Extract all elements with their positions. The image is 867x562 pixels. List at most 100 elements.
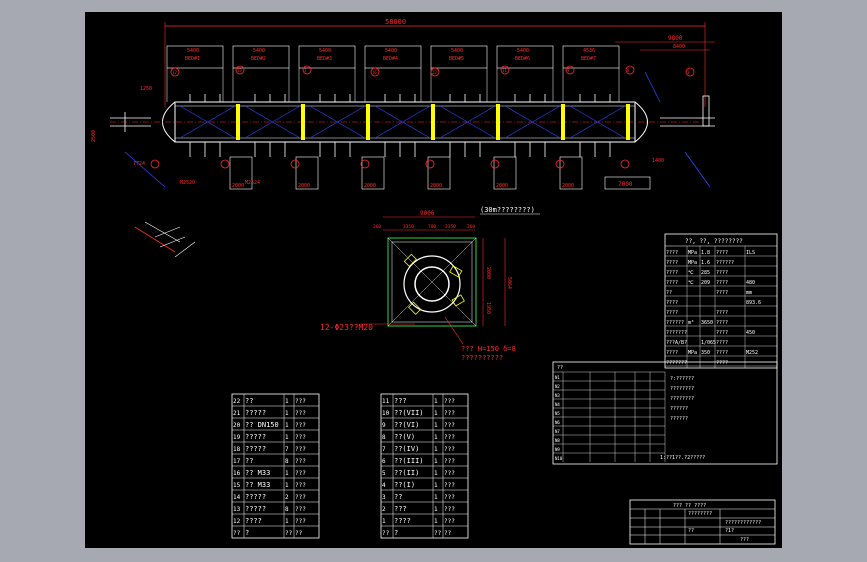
segment-dim: 5400 xyxy=(187,48,199,54)
parts-cell: 8 xyxy=(285,506,289,513)
parts-cell: ??? xyxy=(295,398,306,405)
parts-cell: ??? xyxy=(444,422,455,429)
plan-side-dim: 5064 xyxy=(506,277,512,289)
spec-cell: 285 xyxy=(701,270,710,276)
spec-header: ??, ??, ???????? xyxy=(685,238,743,245)
parts-cell: ?? xyxy=(245,397,253,405)
bed-label: BED#6 xyxy=(515,56,530,62)
parts-cell: ???? xyxy=(245,517,262,525)
spec-cell: MPa xyxy=(688,260,697,266)
parts-list-left: 22?? 1 ???21????? 1 ???20?? DN150 1 ???19?????… xyxy=(231,393,320,539)
parts-cell: ????? xyxy=(245,493,266,501)
left-note-2: M2524 xyxy=(245,180,260,186)
tray-plate xyxy=(236,104,240,140)
left-note-1: M2520 xyxy=(180,180,195,186)
spec-cell: MPa xyxy=(688,250,697,256)
plan-sub-dim-2: 3350 xyxy=(403,224,414,230)
vessel-elevation: 58000 9800 8400 5400 BED#1 5400 BED#2 5400 BE… xyxy=(91,18,715,190)
parts-cell: ????? xyxy=(245,505,266,513)
callout-label: 12 xyxy=(172,70,177,75)
spec-cell: ???? xyxy=(716,320,728,326)
parts-cell: 14 xyxy=(233,494,241,501)
spec-cell: ???? xyxy=(716,280,728,286)
plan-sub-dim-5: 260 xyxy=(467,224,475,230)
nozzle-row-marker: N7 xyxy=(555,429,560,434)
parts-cell: 21 xyxy=(233,410,241,417)
spec-cell: ???? xyxy=(666,280,678,286)
spec-cell: ?????? xyxy=(666,320,684,326)
nozzle-row-marker: N1 xyxy=(555,375,560,380)
parts-cell: ??? xyxy=(394,505,407,513)
parts-cell: ????? xyxy=(245,409,266,417)
callout-balloon xyxy=(220,159,230,169)
nozzle-table: ?? N1 N2 N3 N4 N5 N6 N7 N8 N9 N10 ?:?????????????… xyxy=(552,361,778,465)
drawing-sheet: 58000 9800 8400 5400 BED#1 5400 BED#2 5400 BE… xyxy=(85,12,782,548)
bed-label: BED#7 xyxy=(581,56,596,62)
parts-cell: ??? xyxy=(295,482,306,489)
nozzle-row-marker: N10 xyxy=(555,456,563,461)
parts-cell: ??? xyxy=(444,398,455,405)
bottom-dim: 2000 xyxy=(496,183,508,189)
parts-cell: ??(II) xyxy=(394,469,419,477)
parts-cell: 1 xyxy=(434,398,438,405)
segment-dim: 4536 xyxy=(583,48,595,54)
spec-cell: ???? xyxy=(716,290,728,296)
nozzle-note: ???????? xyxy=(670,396,694,402)
parts-cell: 20 xyxy=(233,422,241,429)
parts-cell: 1 xyxy=(382,518,386,525)
spec-cell: ℃ xyxy=(688,280,694,286)
spec-cell: ???? xyxy=(716,310,728,316)
parts-cell: ??? xyxy=(295,410,306,417)
parts-cell: 1 xyxy=(434,446,438,453)
parts-list-mid: 11??? 1 ???10 ??(VII) 1 ???9 ??(VI) 1 ???8 ??(V) 1… xyxy=(380,393,469,539)
parts-cell: ??? xyxy=(444,506,455,513)
plan-sub-dim-4: 3350 xyxy=(445,224,456,230)
parts-cell: ??? xyxy=(444,482,455,489)
parts-cell: 4 xyxy=(382,482,386,489)
parts-cell: 1 xyxy=(434,518,438,525)
parts-cell: ?? xyxy=(444,530,452,537)
plan-right-dim-1: 2000 xyxy=(485,267,491,279)
parts-cell: ?? xyxy=(245,457,253,465)
bottom-dim: 2000 xyxy=(364,183,376,189)
callout-label: 8 xyxy=(627,68,630,73)
parts-cell: 6 xyxy=(382,458,386,465)
parts-cell: ??? xyxy=(444,434,455,441)
spec-cell: ???? xyxy=(716,330,728,336)
bed-label: BED#4 xyxy=(383,56,398,62)
parts-cell: 1 xyxy=(285,470,289,477)
parts-cell: 18 xyxy=(233,446,241,453)
spec-cell: ???A/B? xyxy=(666,340,687,346)
nozzle-note: ?:?????? xyxy=(670,376,694,382)
parts-cell: ??(V) xyxy=(394,433,415,441)
parts-cell: 10 xyxy=(382,410,390,417)
parts-cell: ????? xyxy=(245,445,266,453)
parts-cell: 1 xyxy=(434,494,438,501)
title-line1: ??? ?? ???? xyxy=(673,503,706,509)
tray-plate xyxy=(626,104,630,140)
parts-cell: 1 xyxy=(434,458,438,465)
bed-label: BED#3 xyxy=(317,56,332,62)
parts-cell: 1 xyxy=(434,482,438,489)
parts-cell: 1 xyxy=(434,506,438,513)
parts-cell: ??? xyxy=(444,458,455,465)
parts-cell: ? xyxy=(245,529,249,537)
parts-cell: ?? xyxy=(233,530,241,537)
spec-cell: 1/065 xyxy=(701,340,716,346)
tray-plate xyxy=(496,104,500,140)
right-bottom-dim: 7000 xyxy=(618,181,633,188)
parts-cell: ?? xyxy=(434,530,442,537)
spec-cell: ILS xyxy=(746,250,755,256)
bottom-dim: 2000 xyxy=(430,183,442,189)
plan-right-dim-2: 1950 xyxy=(485,302,491,314)
parts-cell: 1 xyxy=(285,434,289,441)
parts-cell: ??(VII) xyxy=(394,409,424,417)
callout-label: 9 xyxy=(567,68,570,73)
parts-cell: 9 xyxy=(382,422,386,429)
parts-cell: 2 xyxy=(382,506,386,513)
spec-cell: ??????? xyxy=(666,360,687,366)
spec-cell: ???? xyxy=(716,350,728,356)
parts-cell: ??? xyxy=(295,458,306,465)
nozzle-row-marker: N6 xyxy=(555,420,560,425)
parts-cell: 8 xyxy=(285,458,289,465)
